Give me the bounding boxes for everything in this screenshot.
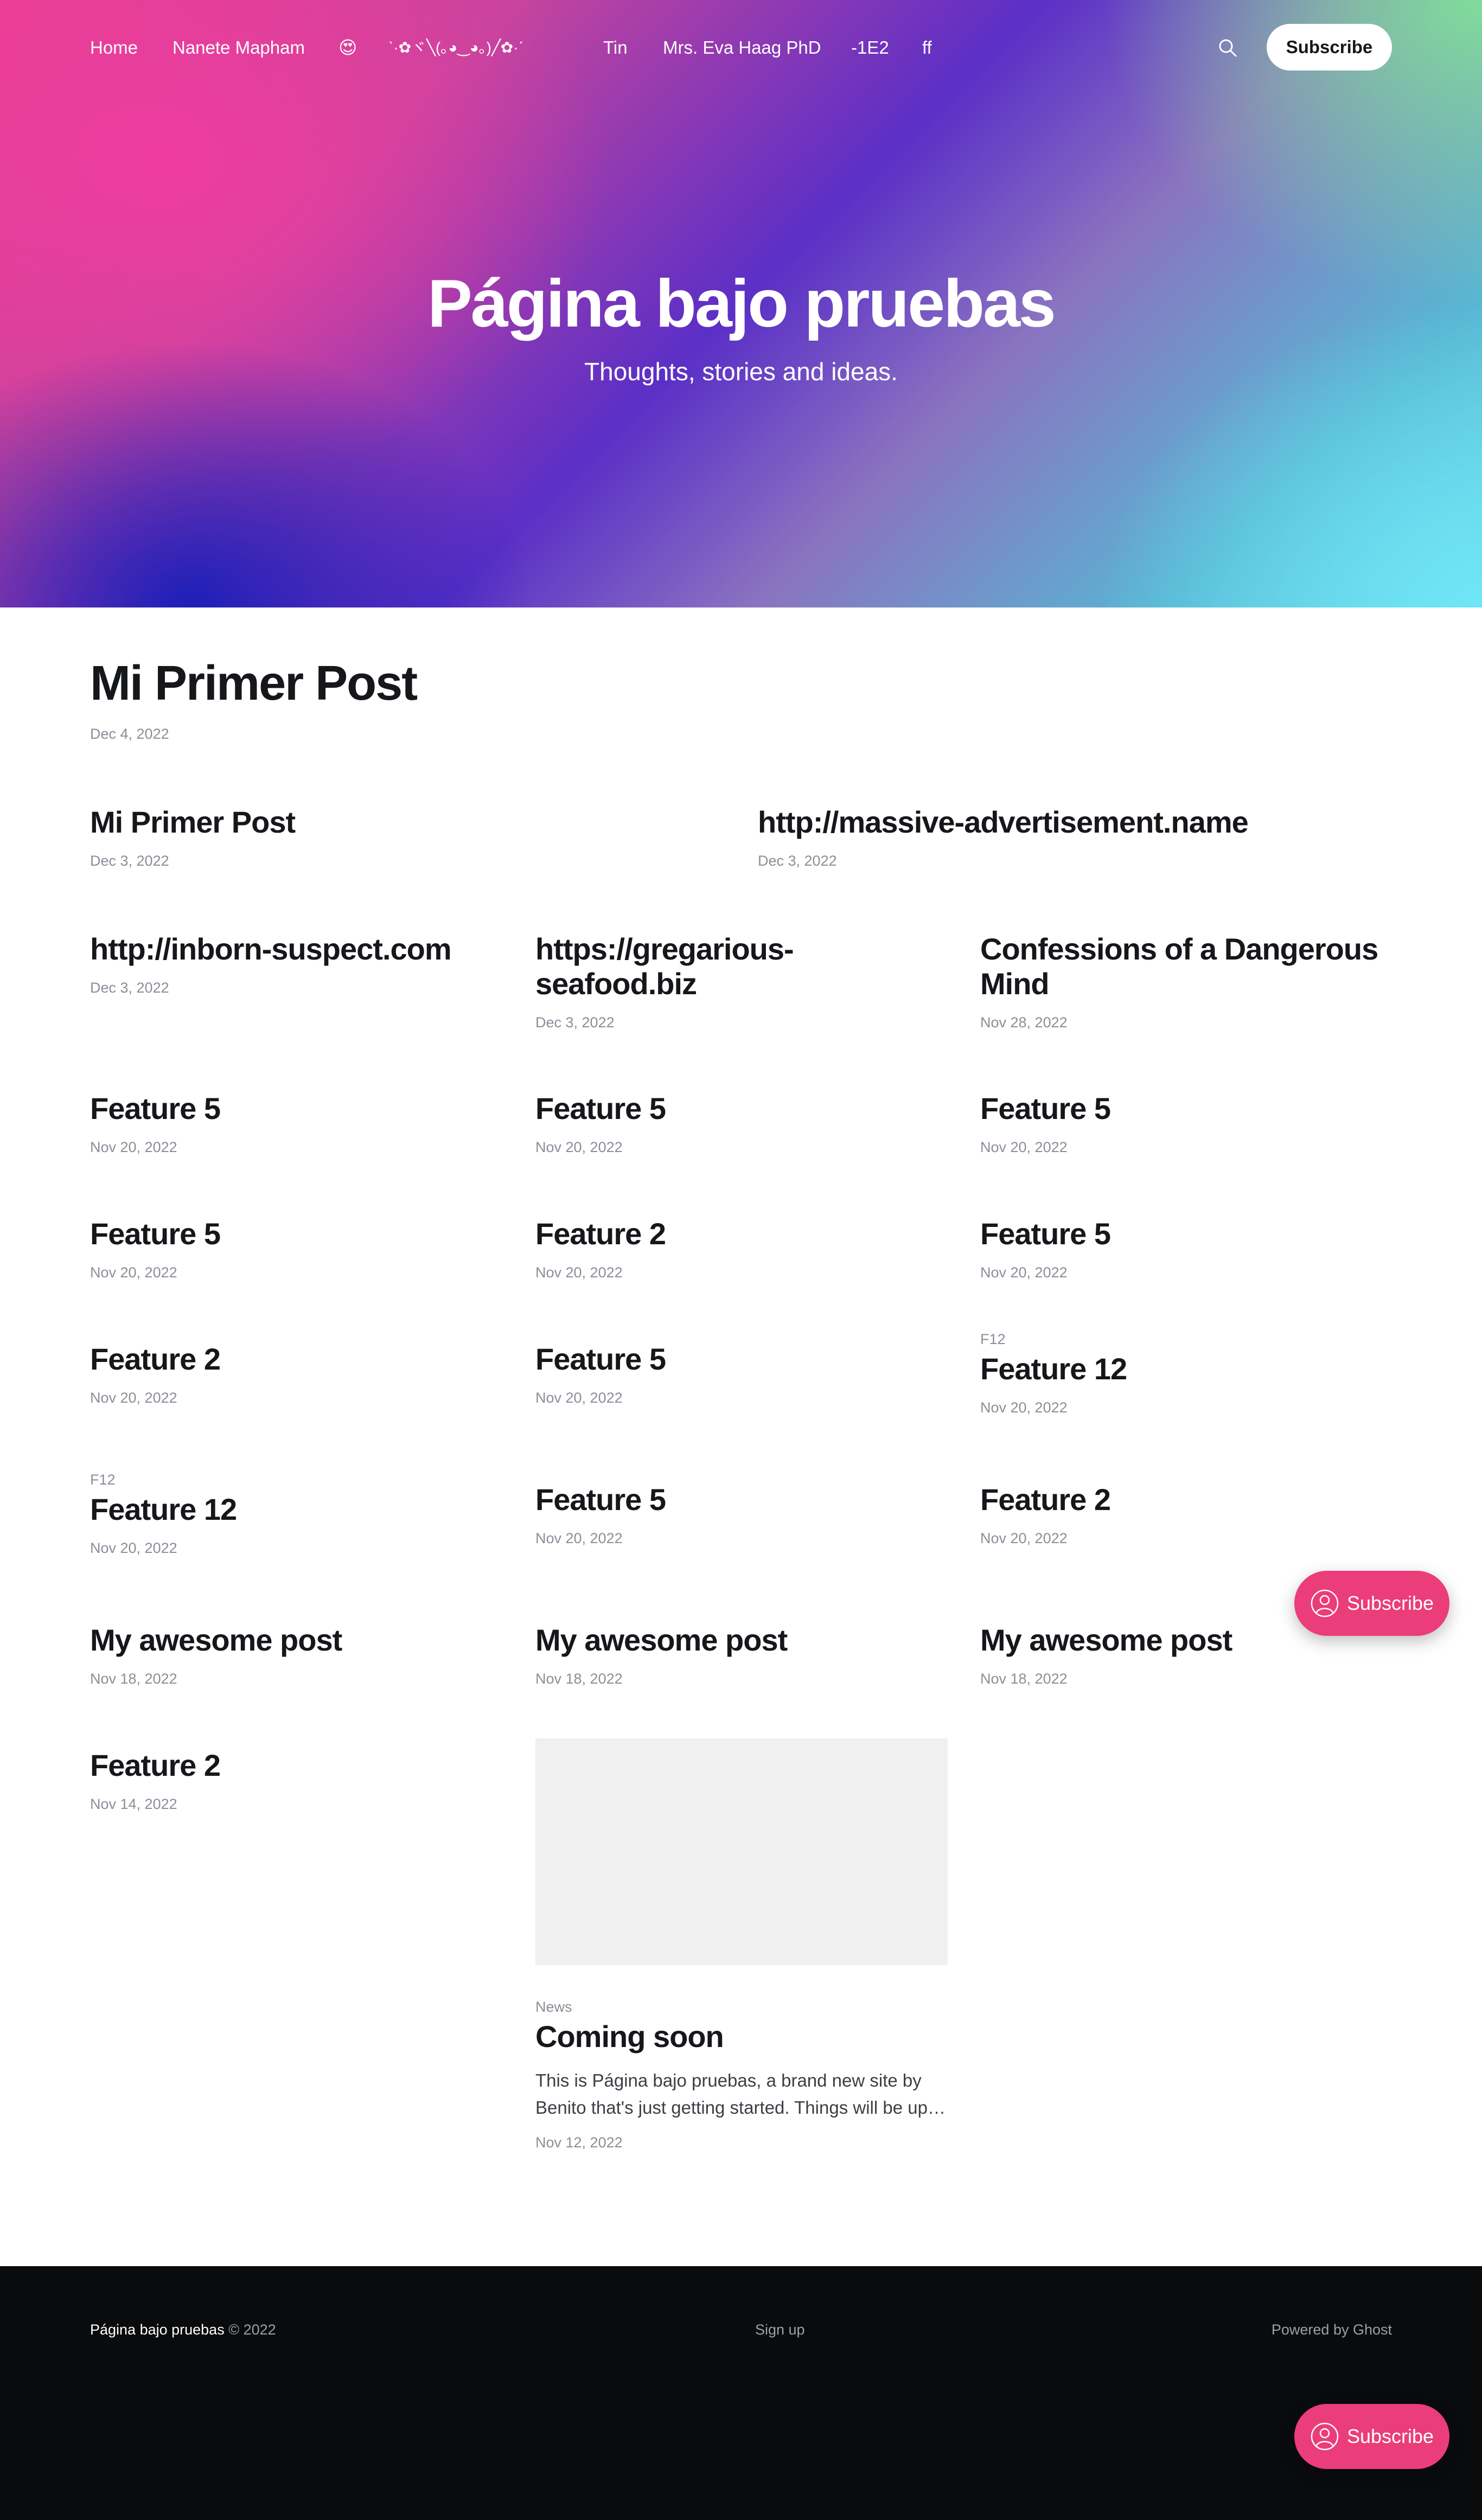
post-date: Dec 3, 2022 [758,853,837,869]
post-date: Nov 20, 2022 [980,1530,1068,1546]
post-card[interactable]: http://massive-advertisement.name Dec 3,… [758,805,1403,870]
footer-copyright-year: © 2022 [224,2321,276,2338]
portal-subscribe-label: Subscribe [1346,1592,1434,1614]
post-card[interactable]: Feature 5 Nov 20, 2022 [535,1342,948,1407]
post-date: Dec 3, 2022 [535,1014,615,1031]
post-date: Dec 3, 2022 [90,980,169,996]
user-circle-icon [1311,2422,1339,2451]
post-date: Nov 18, 2022 [980,1671,1068,1687]
post-title[interactable]: Feature 5 [535,1342,948,1377]
post-title[interactable]: Feature 12 [90,1492,502,1527]
post-title[interactable]: Feature 5 [90,1091,502,1126]
footer-powered-by[interactable]: Powered by Ghost [1272,2321,1392,2338]
post-title[interactable]: http://massive-advertisement.name [758,805,1403,840]
post-title[interactable]: Confessions of a Dangerous Mind [980,932,1392,1001]
post-date: Nov 20, 2022 [535,1264,623,1281]
site-description: Thoughts, stories and ideas. [584,357,898,386]
post-title[interactable]: Feature 5 [980,1217,1392,1251]
nav-item-tin[interactable]: Tin [603,37,628,59]
post-date: Nov 18, 2022 [90,1671,177,1687]
post-card[interactable]: Feature 5 Nov 20, 2022 [980,1217,1392,1282]
post-title[interactable]: Feature 2 [90,1748,502,1783]
post-card[interactable]: Feature 5 Nov 20, 2022 [535,1091,948,1156]
post-title[interactable]: Mi Primer Post [90,656,904,711]
portal-subscribe-label: Subscribe [1346,2425,1434,2447]
post-date: Nov 14, 2022 [90,1796,177,1812]
post-card[interactable]: https://gregarious-seafood.biz Dec 3, 20… [535,932,948,1032]
footer-signup-link[interactable]: Sign up [755,2321,805,2338]
nav-item-home[interactable]: Home [90,37,138,59]
post-title[interactable]: Feature 2 [535,1217,948,1251]
post-card[interactable]: Feature 5 Nov 20, 2022 [90,1091,502,1156]
post-date: Nov 20, 2022 [535,1139,623,1155]
main-nav: Home Nanete Mapham 😍 ˋ·✿ヾ╲(｡◕‿◕｡)╱✿·ˊ Ti… [0,0,1482,95]
subscribe-button[interactable]: Subscribe [1267,24,1392,71]
nav-item-ff[interactable]: ff [922,37,932,59]
nav-item-eva-haag[interactable]: Mrs. Eva Haag PhD [663,37,821,59]
post-title[interactable]: Feature 2 [90,1342,502,1377]
post-card[interactable]: My awesome post Nov 18, 2022 [90,1623,502,1688]
post-card[interactable]: Confessions of a Dangerous Mind Nov 28, … [980,932,1392,1032]
footer-site-link[interactable]: Página bajo pruebas [90,2321,225,2338]
post-card[interactable]: F12 Feature 12 Nov 20, 2022 [90,1470,502,1557]
post-card[interactable]: Feature 2 Nov 20, 2022 [90,1342,502,1407]
nav-item-nanete-mapham[interactable]: Nanete Mapham [173,37,305,59]
post-date: Nov 20, 2022 [535,1530,623,1546]
post-date: Nov 20, 2022 [980,1139,1068,1155]
portal-subscribe-button[interactable]: Subscribe [1294,1571,1449,1636]
post-tag[interactable]: F12 [90,1470,502,1489]
post-card[interactable]: http://inborn-suspect.com Dec 3, 2022 [90,932,502,997]
user-circle-icon [1311,1589,1339,1617]
site-header: Home Nanete Mapham 😍 ˋ·✿ヾ╲(｡◕‿◕｡)╱✿·ˊ Ti… [0,0,1482,607]
post-tag[interactable]: F12 [980,1330,1392,1348]
post-title[interactable]: Feature 5 [90,1217,502,1251]
post-card[interactable]: F12 Feature 12 Nov 20, 2022 [980,1330,1392,1417]
post-feature-image[interactable] [535,1738,948,1965]
post-card[interactable]: Feature 5 Nov 20, 2022 [535,1482,948,1547]
post-title[interactable]: Feature 5 [535,1091,948,1126]
post-card[interactable]: Feature 5 Nov 20, 2022 [90,1217,502,1282]
post-date: Nov 20, 2022 [90,1139,177,1155]
post-card[interactable]: Feature 2 Nov 20, 2022 [980,1482,1392,1547]
post-card[interactable]: Feature 5 Nov 20, 2022 [980,1091,1392,1156]
post-date: Nov 20, 2022 [535,1390,623,1406]
site-title: Página bajo pruebas [427,266,1056,341]
post-title[interactable]: Coming soon [535,2019,948,2054]
post-title[interactable]: Feature 12 [980,1352,1392,1386]
post-date: Nov 20, 2022 [980,1264,1068,1281]
post-date: Nov 18, 2022 [535,1671,623,1687]
post-card[interactable]: My awesome post Nov 18, 2022 [535,1623,948,1688]
post-excerpt: This is Página bajo pruebas, a brand new… [535,2070,946,2118]
post-date: Nov 20, 2022 [90,1264,177,1281]
post-date: Nov 12, 2022 [535,2134,623,2151]
post-card[interactable]: Mi Primer Post Dec 3, 2022 [90,805,736,870]
post-card-coming-soon[interactable]: News Coming soon This is Página bajo pru… [535,1998,948,2152]
post-date: Dec 4, 2022 [90,726,169,742]
post-date: Nov 20, 2022 [90,1390,177,1406]
post-title[interactable]: My awesome post [90,1623,502,1658]
post-card[interactable]: Feature 2 Nov 20, 2022 [535,1217,948,1282]
post-title[interactable]: Feature 2 [980,1482,1392,1517]
site-footer [0,2266,1482,2520]
post-date: Nov 20, 2022 [980,1399,1068,1416]
post-date: Nov 28, 2022 [980,1014,1068,1031]
nav-item-emoji[interactable]: 😍 [338,37,357,59]
post-card-featured[interactable]: Mi Primer Post Dec 4, 2022 [90,656,904,743]
post-title[interactable]: https://gregarious-seafood.biz [535,932,948,1001]
post-title[interactable]: http://inborn-suspect.com [90,932,502,967]
footer-copyright: Página bajo pruebas © 2022 [90,2321,276,2338]
post-title[interactable]: Feature 5 [980,1091,1392,1126]
post-date: Nov 20, 2022 [90,1540,177,1556]
post-card[interactable]: Feature 2 Nov 14, 2022 [90,1748,502,1813]
post-title[interactable]: Mi Primer Post [90,805,736,840]
search-icon[interactable] [1217,37,1238,59]
post-tag[interactable]: News [535,1998,948,2016]
nav-item-1e2[interactable]: -1E2 [851,37,889,59]
nav-item-kaomoji[interactable]: ˋ·✿ヾ╲(｡◕‿◕｡)╱✿·ˊ [388,37,523,59]
post-title[interactable]: Feature 5 [535,1482,948,1517]
portal-subscribe-button-footer[interactable]: Subscribe [1294,2404,1449,2469]
post-title[interactable]: My awesome post [535,1623,948,1658]
post-date: Dec 3, 2022 [90,853,169,869]
